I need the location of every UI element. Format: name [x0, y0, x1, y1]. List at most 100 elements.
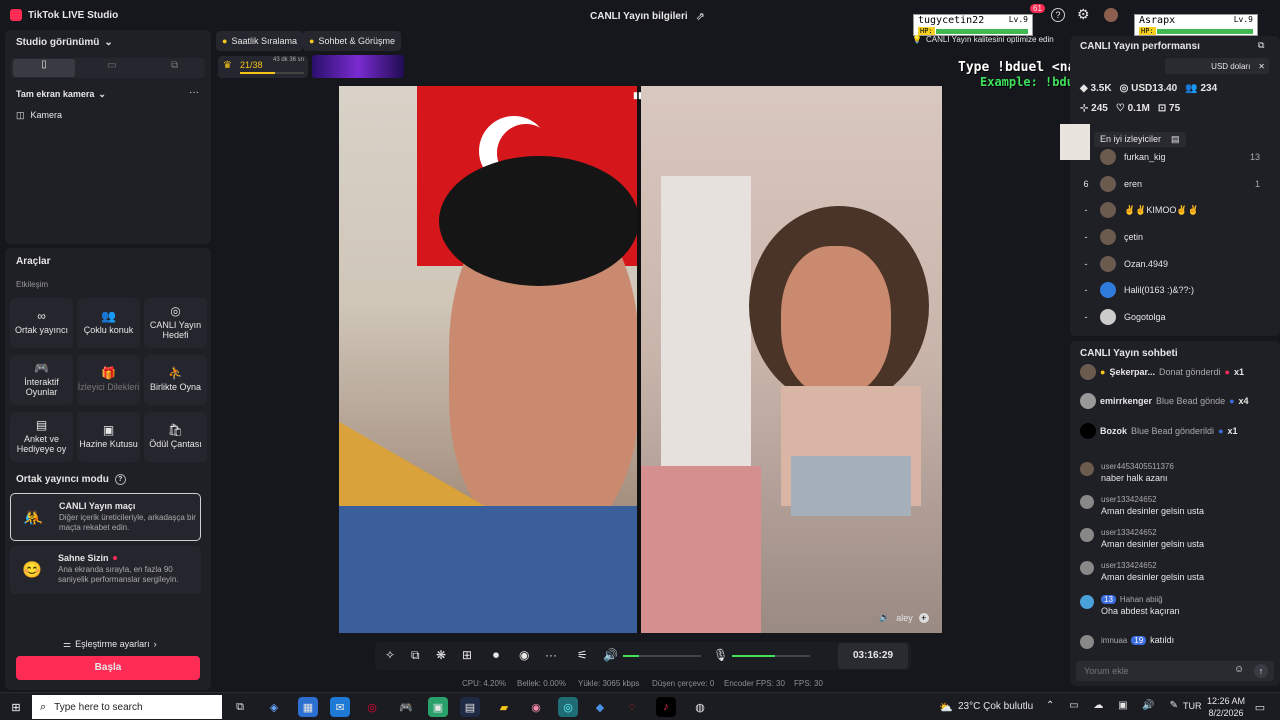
viewer-row[interactable]: - çetin [1080, 227, 1260, 247]
edge-icon[interactable]: ◎ [558, 697, 578, 717]
stage-title: Sahne Sizin [58, 553, 109, 563]
more-icon[interactable]: ··· [189, 87, 199, 98]
viewer-row[interactable]: - Ozan.4949 [1080, 254, 1260, 274]
landscape-layout-icon[interactable]: ▭ [107, 60, 116, 71]
notification-icon[interactable]: ▭ [1250, 697, 1270, 717]
clock[interactable]: 12:26 AM 8/2/2026 [1206, 695, 1246, 719]
hourly-ranking-chip[interactable]: ● Saatlik Sıralama [216, 31, 303, 51]
comment-input[interactable]: Yorum ekle ☺ ↑ [1076, 661, 1274, 681]
chevron-right-icon[interactable]: › [154, 639, 157, 650]
replay-icon[interactable]: ◉ [519, 648, 529, 662]
app-icon[interactable]: ◍ [690, 697, 710, 717]
speaker-volume-slider[interactable] [623, 655, 701, 657]
perf-title: CANLI Yayın performansı [1080, 41, 1200, 52]
avatar [1100, 256, 1116, 272]
tool-poll[interactable]: ▤ Anket ve Hediyeye oy [10, 412, 73, 462]
viewer-row[interactable]: - ✌️✌️KIMOO✌️✌️ [1080, 200, 1260, 220]
gear-icon[interactable]: ⚙ [1077, 6, 1090, 23]
layout-icon[interactable]: ⧉ [411, 648, 420, 663]
stage-card[interactable]: 😊 Sahne Sizin Ana ekranda sırayla, en fa… [10, 546, 201, 594]
popout-icon[interactable]: ⧉ [1258, 40, 1264, 51]
chat-call-chip[interactable]: ● Sohbet & Görüşme [303, 31, 401, 51]
app-icon[interactable]: ▣ [428, 697, 448, 717]
add-icon[interactable]: + [918, 612, 929, 623]
language-indicator[interactable]: TUR [1183, 701, 1202, 711]
chevron-down-icon[interactable]: ⌄ [104, 37, 112, 48]
multi-layout-icon[interactable]: ⧉ [171, 60, 178, 71]
avatar [1100, 229, 1116, 245]
pink-chair [641, 466, 761, 633]
mail-icon[interactable]: ✉ [330, 697, 350, 717]
rank-value: 21/38 [240, 60, 263, 70]
tool-viewer-wishes[interactable]: 🎁 İzleyici Dilekleri [77, 355, 140, 405]
magic-wand-icon[interactable]: ✧ [385, 648, 395, 662]
stream-info-title[interactable]: CANLI Yayın bilgileri [590, 11, 688, 22]
tiktok-icon[interactable]: ♪ [656, 697, 676, 717]
rank-widget[interactable]: ♛ 21/38 43 dk 36 sn [218, 56, 308, 78]
windows-start-icon[interactable]: ⊞ [6, 697, 26, 717]
portrait-layout-icon[interactable]: ▯ [13, 59, 75, 77]
share-icon[interactable]: ⇗ [696, 10, 705, 23]
mixer-icon[interactable]: ⚟ [577, 648, 588, 662]
match-settings-link[interactable]: Eşleştirme ayarları [75, 639, 150, 650]
folder-icon[interactable]: ▰ [494, 697, 514, 717]
viewer-row[interactable]: - Halil(0163 :)&??:) [1080, 280, 1260, 300]
copilot-icon[interactable]: ◈ [264, 697, 284, 717]
tiktok-logo-icon [10, 9, 22, 21]
mic-volume-slider[interactable] [732, 655, 810, 657]
vpn-icon[interactable]: ◆ [590, 697, 610, 717]
microphone-icon[interactable]: 🎙 [713, 648, 728, 662]
weather-text[interactable]: 23°C Çok bulutlu [958, 701, 1033, 712]
quality-tip[interactable]: 💡 CANLI Yayın kalitesini optimize edin [912, 35, 1054, 44]
top-viewers-tab[interactable]: En iyi izleyiciler ▤ [1094, 132, 1186, 147]
tools-title: Araçlar [16, 256, 51, 267]
search-icon: ⌕ [40, 700, 47, 713]
store-icon[interactable]: ▦ [298, 697, 318, 717]
more-icon[interactable]: ··· [545, 648, 557, 662]
viewer-row[interactable]: 6 eren 1 [1080, 174, 1260, 194]
start-button[interactable]: Başla [16, 656, 200, 680]
studio-view-panel: Studio görünümü ⌄ ▯ ▭ ⧉ Tam ekran kamera… [5, 30, 211, 244]
speaker-icon[interactable]: 🔈 [879, 612, 890, 623]
taskbar-search[interactable]: ⌕ Type here to search [32, 695, 222, 719]
volume-icon[interactable]: 🔊 [603, 648, 618, 662]
avatar[interactable] [1104, 8, 1118, 22]
gamepad-icon[interactable]: 🎮 [396, 697, 416, 717]
send-icon[interactable]: ↑ [1254, 664, 1268, 678]
camera-section-title[interactable]: Tam ekran kamera [16, 89, 94, 100]
tray-icons[interactable]: ⌃ ▭ ☁ ▣ 🔊 ✎ [1046, 700, 1184, 711]
tool-reward-bag[interactable]: 🛍 Ödül Çantası [144, 412, 207, 462]
camera-source[interactable]: Kamera [31, 110, 63, 121]
close-icon[interactable]: ✕ [1258, 62, 1265, 71]
speaker-volume-fill [623, 655, 639, 657]
chat-message: user133424652 Aman desinler gelsin usta [1080, 495, 1270, 516]
emoji-icon[interactable]: ☺ [1234, 664, 1244, 675]
help-icon[interactable]: ? [1051, 8, 1065, 22]
live-match-card[interactable]: 🤼 CANLI Yayın maçı Diğer içerik üreticil… [10, 493, 201, 541]
record-icon[interactable]: ⏺ [493, 648, 499, 663]
tool-multi-guest[interactable]: 👥 Çoklu konuk [77, 298, 140, 348]
tool-cohost[interactable]: ∞ Ortak yayıncı [10, 298, 73, 348]
chrome-icon[interactable]: ◉ [526, 697, 546, 717]
viewer-row[interactable]: - Gogotolga [1080, 307, 1260, 327]
tool-treasure-box[interactable]: ▣ Hazine Kutusu [77, 412, 140, 462]
event-banner[interactable] [312, 55, 404, 78]
opera-gx-icon[interactable]: ◌ [622, 697, 642, 717]
chat-panel: CANLI Yayın sohbeti ● Şekerpar... Donat … [1070, 341, 1280, 686]
layout-switcher: ▯ ▭ ⧉ [11, 58, 205, 78]
viewer-row[interactable]: furkan_kig 13 [1080, 147, 1260, 167]
tool-play-together[interactable]: ⛹ Birlikte Oyna [144, 355, 207, 405]
tool-games[interactable]: 🎮 İnteraktif Oyunlar [10, 355, 73, 405]
app-icon[interactable]: ▤ [460, 697, 480, 717]
task-view-icon[interactable]: ⧉ [230, 697, 250, 717]
studio-view-title[interactable]: Studio görünümü [16, 37, 99, 48]
effects-icon[interactable]: ❋ [436, 648, 446, 662]
tool-live-goal[interactable]: ◎ CANLI Yayın Hedefi [144, 298, 207, 348]
opera-icon[interactable]: ◎ [362, 697, 382, 717]
list-icon[interactable]: ▤ [1171, 134, 1180, 145]
chevron-down-icon[interactable]: ⌄ [98, 89, 106, 100]
info-icon[interactable]: ? [114, 474, 126, 485]
add-source-icon[interactable]: ⊞ [462, 648, 472, 662]
live-timer: 03:16:29 [838, 643, 908, 669]
interaction-label: Etkileşim [16, 280, 49, 289]
